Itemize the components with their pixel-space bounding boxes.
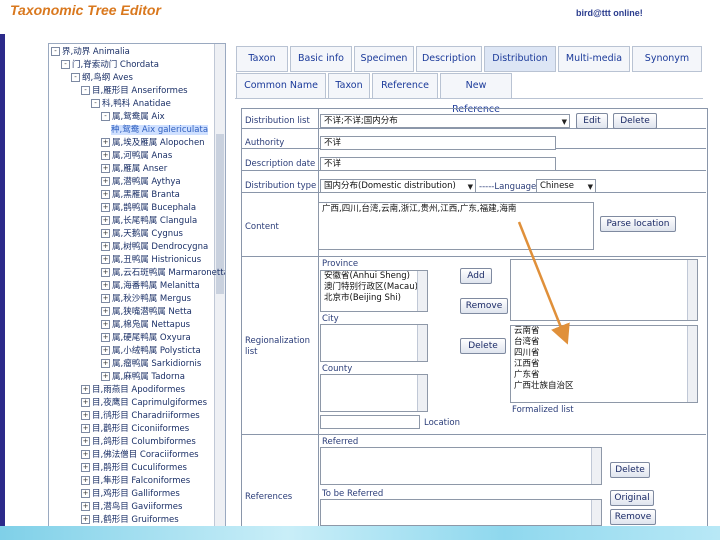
annotation-arrow — [517, 221, 570, 345]
bottom-decoration — [0, 526, 720, 540]
